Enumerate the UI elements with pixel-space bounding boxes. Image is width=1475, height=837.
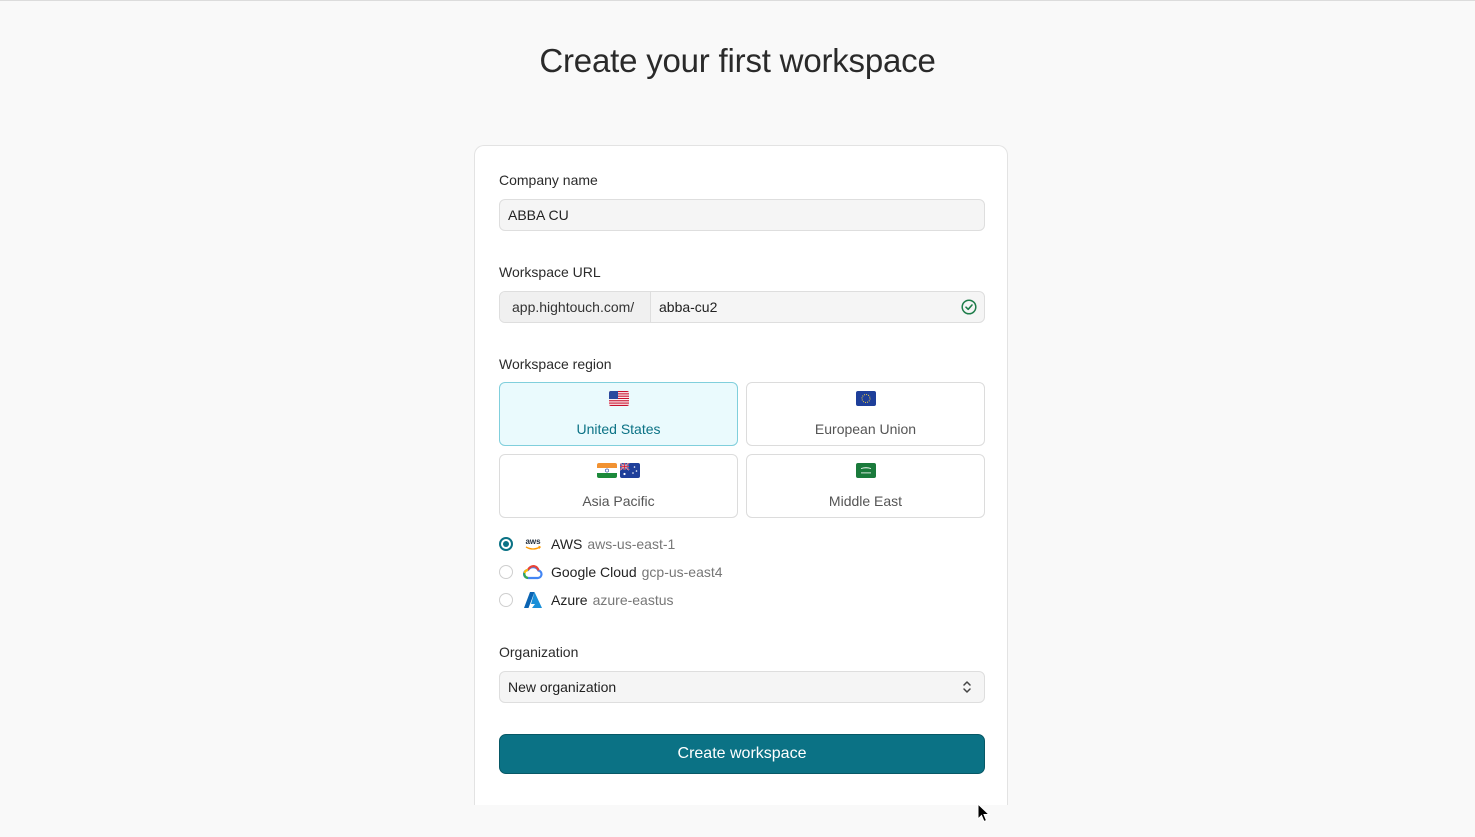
- workspace-url-label: Workspace URL: [499, 264, 601, 280]
- saudi-arabia-flag-icon: [855, 463, 876, 478]
- azure-icon: [523, 591, 543, 609]
- company-name-input[interactable]: ABBA CU: [499, 199, 985, 231]
- cloud-provider-name: AWS: [551, 536, 583, 552]
- region-name: European Union: [814, 421, 917, 437]
- workspace-url-field: app.hightouch.com/ abba-cu2: [499, 291, 985, 323]
- mouse-cursor-icon: [977, 803, 991, 823]
- top-divider: [0, 0, 1475, 1]
- cloud-region-id: azure-eastus: [592, 592, 674, 608]
- australia-flag-icon: [620, 463, 640, 478]
- workspace-region-label: Workspace region: [499, 356, 612, 372]
- radio-button[interactable]: [499, 593, 513, 607]
- workspace-url-input[interactable]: abba-cu2: [651, 292, 984, 322]
- valid-check-icon: [961, 299, 977, 315]
- url-prefix: app.hightouch.com/: [500, 292, 651, 322]
- cloud-region-id: gcp-us-east4: [641, 564, 723, 580]
- cloud-option-azure[interactable]: Azure azure-eastus: [499, 590, 674, 610]
- organization-selected-value: New organization: [508, 679, 617, 695]
- create-workspace-button[interactable]: Create workspace: [499, 734, 985, 774]
- region-option-middle-east[interactable]: Middle East: [746, 454, 985, 518]
- aws-icon: aws: [523, 535, 543, 553]
- organization-select[interactable]: New organization: [499, 671, 985, 703]
- page-title: Create your first workspace: [539, 42, 936, 79]
- cloud-option-aws[interactable]: aws AWS aws-us-east-1: [499, 534, 675, 554]
- region-name: United States: [576, 421, 661, 437]
- india-flag-icon: [597, 463, 617, 478]
- radio-button[interactable]: [499, 537, 513, 551]
- eu-flag-icon: [855, 391, 876, 406]
- google-cloud-icon: [523, 563, 543, 581]
- cloud-provider-name: Google Cloud: [551, 564, 637, 580]
- region-option-european-union[interactable]: European Union: [746, 382, 985, 446]
- radio-button[interactable]: [499, 565, 513, 579]
- chevron-up-down-icon: [963, 681, 971, 693]
- cloud-region-id: aws-us-east-1: [587, 536, 676, 552]
- region-name: Middle East: [828, 493, 903, 509]
- svg-text:aws: aws: [525, 537, 541, 546]
- workspace-form-card: Company name ABBA CU Workspace URL app.h…: [474, 145, 1008, 805]
- region-name: Asia Pacific: [582, 493, 655, 509]
- company-name-label: Company name: [499, 172, 598, 188]
- cloud-option-google-cloud[interactable]: Google Cloud gcp-us-east4: [499, 562, 723, 582]
- region-option-asia-pacific[interactable]: Asia Pacific: [499, 454, 738, 518]
- us-flag-icon: [608, 391, 629, 406]
- organization-label: Organization: [499, 644, 579, 660]
- cloud-provider-name: Azure: [551, 592, 588, 608]
- region-option-united-states[interactable]: United States: [499, 382, 738, 446]
